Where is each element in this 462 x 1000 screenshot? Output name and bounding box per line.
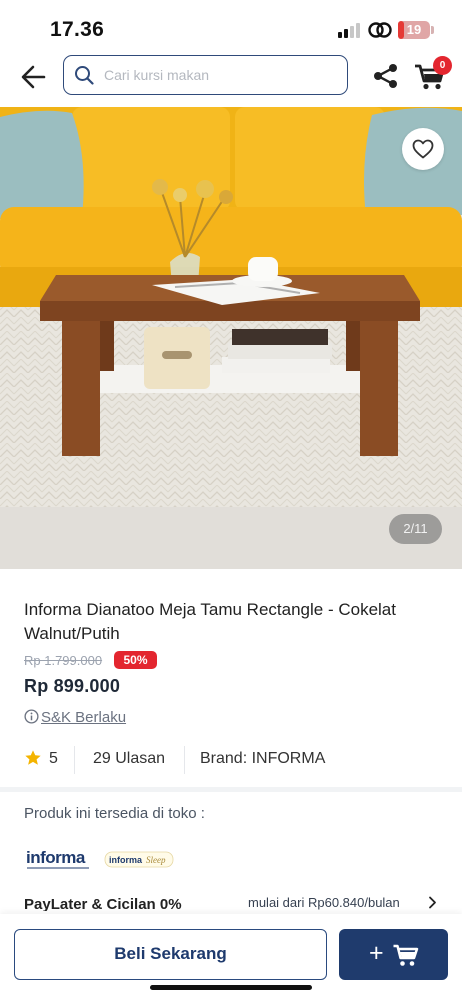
cart-count-badge: 0 [433,56,452,75]
product-title: Informa Dianatoo Meja Tamu Rectangle - C… [24,600,396,643]
product-photo [0,107,462,569]
store-availability-text: Produk ini tersedia di toko : [24,805,205,822]
top-nav: 0 [0,52,462,102]
stats-divider [74,746,75,774]
battery-tip [431,26,434,34]
original-price: Rp 1.799.000 [24,653,103,668]
current-price: Rp 899.000 [24,676,121,696]
share-icon[interactable] [372,62,400,90]
svg-text:informa: informa [109,855,143,865]
add-to-cart-button[interactable]: + [339,929,448,980]
wishlist-button[interactable] [402,128,444,170]
discount-badge: 50% [114,651,157,669]
paylater-label: PayLater & Cicilan 0% [24,896,182,911]
product-image-gallery[interactable]: 2/11 [0,107,462,569]
rating-value: 5 [49,750,58,767]
battery-icon: 19 [398,21,430,39]
info-icon [24,709,39,724]
product-stats: 5 29 Ulasan Brand: INFORMA [24,744,444,774]
reviews-link[interactable]: 29 Ulasan [93,750,165,768]
status-time: 17.36 [50,18,105,41]
heart-icon [412,139,434,159]
svg-text:Sleep: Sleep [146,855,166,865]
link-icon [368,22,392,38]
search-icon [75,66,94,85]
paylater-value: mulai dari Rp60.840/bulan [248,895,400,910]
home-indicator [150,985,312,990]
search-box[interactable] [63,55,348,95]
back-arrow-icon[interactable] [18,62,50,92]
battery-level: 19 [406,22,422,37]
status-bar: 17.36 19 [0,0,462,52]
plus-icon: + [369,939,384,967]
section-divider [0,787,462,792]
cart-icon [393,944,419,966]
informa-logo[interactable]: informa [24,845,92,875]
star-icon [25,750,41,765]
svg-text:informa: informa [26,848,86,867]
brand-label[interactable]: Brand: INFORMA [200,750,325,768]
informa-sleep-logo[interactable]: informa Sleep [104,847,174,871]
paylater-row[interactable]: PayLater & Cicilan 0% mulai dari Rp60.84… [0,893,462,911]
image-counter: 2/11 [389,514,442,544]
terms-link[interactable]: S&K Berlaku [24,709,126,726]
bottom-action-bar: Beli Sekarang + [0,914,462,1000]
stats-divider [184,746,185,774]
search-input[interactable] [104,58,342,92]
terms-label: S&K Berlaku [41,709,127,726]
buy-now-button[interactable]: Beli Sekarang [14,929,327,980]
signal-icon [338,22,362,38]
chevron-right-icon [429,896,436,909]
